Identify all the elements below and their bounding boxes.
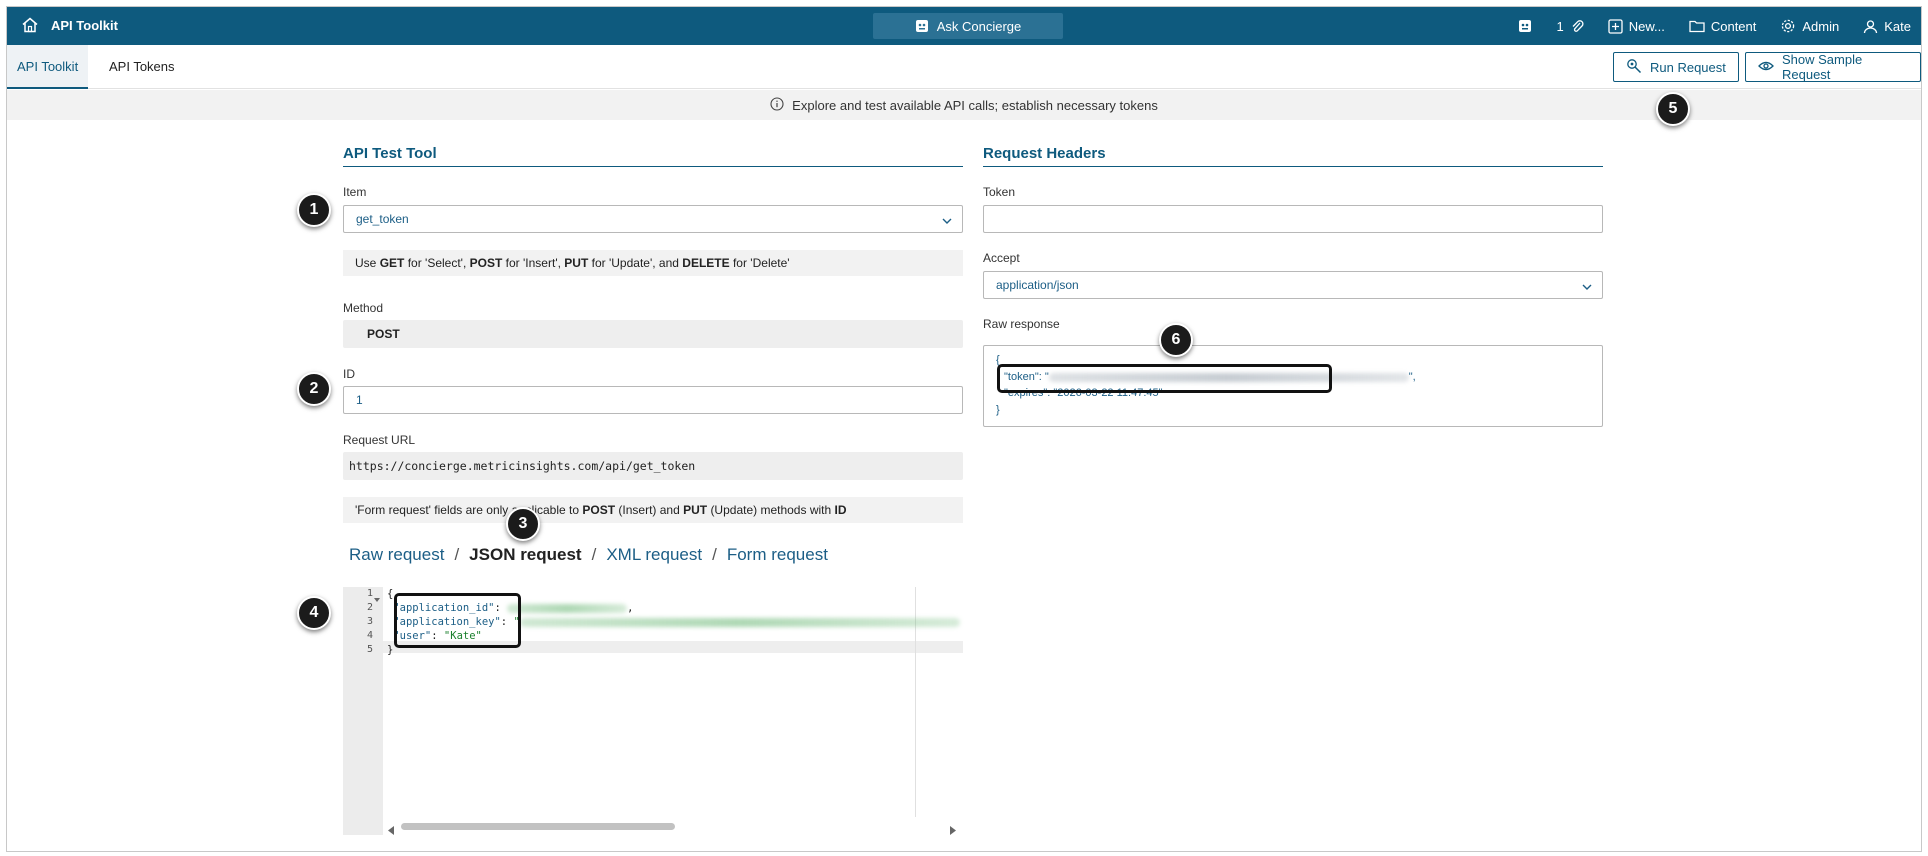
info-bar: Explore and test available API calls; es…: [7, 90, 1921, 120]
callout-badge-3: 3: [506, 507, 540, 541]
admin-menu[interactable]: Admin: [1780, 18, 1839, 34]
line-number: 5: [366, 644, 373, 655]
scroll-left-icon[interactable]: [387, 822, 395, 840]
line-number: 4: [366, 630, 373, 641]
api-test-tool-title: API Test Tool: [343, 145, 437, 162]
top-navigation-bar: API Toolkit Ask Concierge 1 New... Conte…: [7, 7, 1921, 45]
editor-gutter: 1 2 3 4 5: [343, 587, 383, 835]
line-number: 3: [366, 616, 373, 627]
raw-response-label: Raw response: [983, 317, 1060, 331]
admin-label: Admin: [1802, 18, 1840, 34]
json-credentials-highlight: [394, 593, 521, 648]
info-icon: [770, 96, 784, 114]
info-text: Explore and test available API calls; es…: [792, 97, 1158, 113]
api-test-tool-rule: [343, 166, 963, 167]
new-label: New...: [1628, 18, 1665, 34]
callout-badge-1: 1: [297, 193, 331, 227]
tab-api-toolkit[interactable]: API Toolkit: [7, 45, 89, 89]
horizontal-scrollbar[interactable]: [387, 821, 957, 835]
attachments-count: 1: [1556, 18, 1564, 34]
eye-icon: [1758, 60, 1774, 75]
tab-api-tokens[interactable]: API Tokens: [99, 45, 185, 89]
chevron-down-icon: [942, 215, 952, 225]
method-label: Method: [343, 301, 384, 315]
token-response-highlight: [997, 364, 1332, 393]
method-value: POST: [343, 320, 963, 348]
tab-separator: /: [712, 545, 717, 564]
form-request-hint: 'Form request' fields are only applicabl…: [343, 497, 963, 523]
robot-icon: [1518, 19, 1532, 33]
folder-icon: [1689, 19, 1705, 33]
user-label: Kate: [1884, 18, 1911, 34]
tab-xml-request[interactable]: XML request: [606, 545, 702, 565]
line-number: 2: [366, 602, 373, 613]
raw-close-brace: }: [996, 404, 1000, 416]
accept-select-value: application/json: [996, 278, 1079, 292]
paperclip-icon: [1570, 19, 1584, 33]
home-icon[interactable]: [21, 16, 41, 36]
request-format-tabs: Raw request / JSON request / XML request…: [349, 545, 828, 565]
content-label: Content: [1710, 18, 1757, 34]
code-line: }: [387, 644, 394, 656]
id-input-value: 1: [356, 393, 363, 407]
attachments-counter[interactable]: 1: [1556, 18, 1584, 34]
scroll-right-icon[interactable]: [949, 822, 957, 840]
accept-select[interactable]: application/json: [983, 271, 1603, 299]
request-headers-rule: [983, 166, 1603, 167]
redacted-value: [507, 603, 628, 613]
gear-icon: [1780, 18, 1796, 34]
app-window: API Toolkit Ask Concierge 1 New... Conte…: [6, 6, 1922, 852]
callout-badge-2: 2: [297, 372, 331, 406]
chevron-down-icon: [1582, 281, 1592, 291]
item-select-value: get_token: [356, 212, 409, 226]
content-menu[interactable]: Content: [1689, 18, 1757, 34]
code-line: {: [387, 588, 394, 600]
callout-badge-4: 4: [297, 596, 331, 630]
user-menu[interactable]: Kate: [1863, 19, 1911, 34]
ask-concierge-button[interactable]: Ask Concierge: [873, 13, 1063, 39]
scrollbar-thumb[interactable]: [401, 823, 675, 830]
tab-separator: /: [591, 545, 597, 564]
tab-json-request[interactable]: JSON request: [469, 545, 581, 565]
app-title: API Toolkit: [51, 18, 118, 33]
id-input[interactable]: 1: [343, 386, 963, 414]
plus-box-icon: [1608, 18, 1623, 34]
show-sample-request-label: Show Sample Request: [1782, 52, 1863, 82]
tab-form-request[interactable]: Form request: [727, 545, 828, 565]
tab-raw-request[interactable]: Raw request: [349, 545, 444, 565]
callout-badge-5: 5: [1656, 92, 1690, 126]
id-label: ID: [343, 367, 355, 381]
show-sample-request-button[interactable]: Show Sample Request: [1745, 52, 1921, 82]
method-usage-hint: Use GET for 'Select', POST for 'Insert',…: [343, 250, 963, 276]
run-request-icon: [1626, 58, 1642, 77]
run-request-label: Run Request: [1650, 59, 1726, 75]
redacted-value: [519, 617, 960, 627]
item-select[interactable]: get_token: [343, 205, 963, 233]
ask-concierge-label: Ask Concierge: [936, 18, 1022, 34]
request-url-label: Request URL: [343, 433, 416, 447]
tab-separator: /: [454, 545, 460, 564]
new-menu[interactable]: New...: [1608, 19, 1665, 34]
fold-arrow-icon[interactable]: [374, 590, 380, 608]
user-icon: [1863, 19, 1878, 34]
callout-badge-6: 6: [1159, 323, 1193, 357]
concierge-icon: [915, 19, 929, 33]
request-headers-title: Request Headers: [983, 145, 1106, 162]
request-url-value: https://concierge.metricinsights.com/api…: [343, 452, 963, 480]
accept-label: Accept: [983, 251, 1020, 265]
line-number: 1: [366, 588, 373, 599]
tab-bar: API Toolkit API Tokens Run Request Show …: [7, 45, 1921, 89]
item-label: Item: [343, 185, 367, 199]
token-input[interactable]: [983, 205, 1603, 233]
run-request-button[interactable]: Run Request: [1613, 52, 1739, 82]
concierge-shortcut[interactable]: [1518, 19, 1532, 33]
topbar-right-menu: 1 New... Content Admin Kate: [1494, 7, 1911, 45]
token-label: Token: [983, 185, 1016, 199]
